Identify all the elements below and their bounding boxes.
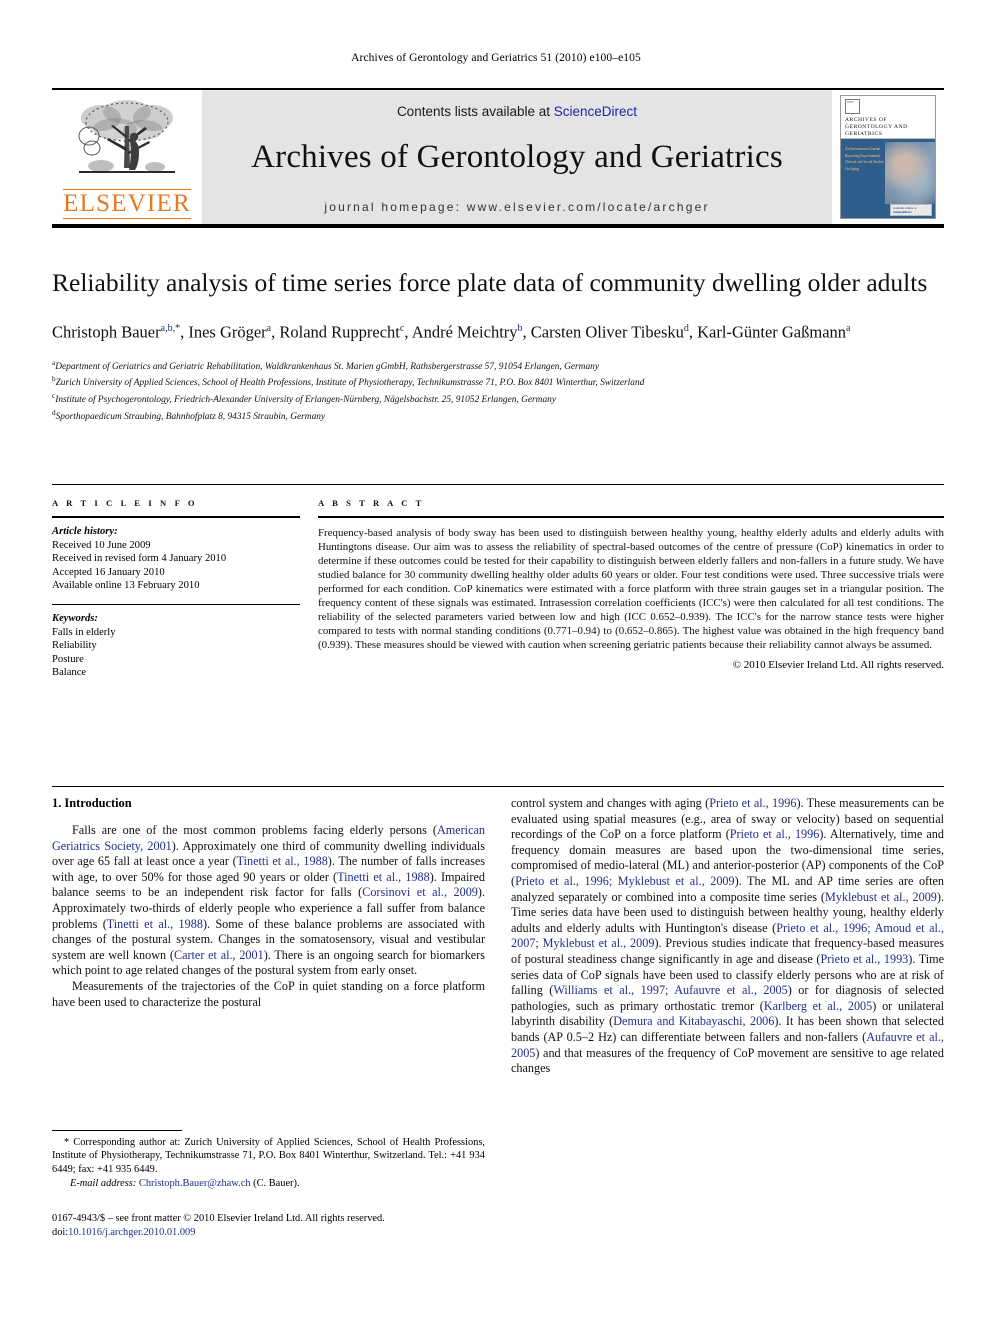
citation-link[interactable]: Karlberg et al., 2005 (764, 999, 872, 1013)
text-run: ) and that measures of the frequency of … (511, 1045, 944, 1076)
affiliation-text-b: Zurich University of Applied Sciences, S… (55, 378, 645, 389)
keyword-item: Balance (52, 667, 87, 679)
imprint-block: 0167-4943/$ – see front matter © 2010 El… (52, 1212, 485, 1239)
masthead-center: Contents lists available at ScienceDirec… (202, 90, 832, 224)
email-label: E-mail address: (70, 1178, 137, 1190)
keyword-item: Posture (52, 653, 84, 665)
corresponding-author-text: * Corresponding author at: Zurich Univer… (52, 1137, 485, 1175)
journal-title: Archives of Gerontology and Geriatrics (251, 139, 783, 175)
cover-badge-brand: ScienceDirect (893, 210, 912, 214)
citation-link[interactable]: Prieto et al., 1996 (730, 827, 820, 841)
citation-link[interactable]: Prieto et al., 1996; Myklebust et al., 2… (515, 874, 735, 888)
email-note: E-mail address: Christoph.Bauer@zhaw.ch … (52, 1177, 485, 1190)
imprint-line: 0167-4943/$ – see front matter © 2010 El… (52, 1213, 385, 1224)
history-accepted: Accepted 16 January 2010 (52, 566, 165, 578)
elsevier-logo: ELSEVIER (52, 90, 202, 224)
article-info-column: A R T I C L E I N F O Article history: R… (52, 498, 318, 680)
cover-sciencedirect-badge: available online at ScienceDirect (890, 204, 932, 216)
history-online: Available online 13 February 2010 (52, 580, 200, 592)
affiliation-a: aDepartment of Geriatrics and Geriatric … (52, 357, 944, 374)
doi-label: doi: (52, 1226, 69, 1238)
affiliation-text-c: Institute of Psychogerontology, Friedric… (55, 395, 556, 406)
citation-link[interactable]: Carter et al., 2001 (174, 948, 264, 962)
citation-link[interactable]: Prieto et al., 1993 (820, 952, 908, 966)
abstract-rule (318, 516, 944, 518)
citation-link[interactable]: Tinetti et al., 1988 (337, 870, 430, 884)
journal-homepage-link[interactable]: journal homepage: www.elsevier.com/locat… (324, 200, 709, 214)
cover-publisher-mark-icon: ISSN (845, 99, 860, 114)
affiliation-list: aDepartment of Geriatrics and Geriatric … (52, 357, 944, 425)
citation-link[interactable]: Williams et al., 1997; Aufauvre et al., … (553, 983, 787, 997)
citation-link[interactable]: Demura and Kitabayaschi, 2006 (613, 1014, 774, 1028)
article-history-label: Article history: (52, 526, 118, 537)
contents-available-line: Contents lists available at ScienceDirec… (397, 104, 637, 119)
citation-link[interactable]: Tinetti et al., 1988 (237, 854, 328, 868)
abstract-label: A B S T R A C T (318, 498, 425, 508)
doi-line: doi:10.1016/j.archger.2010.01.009 (52, 1226, 485, 1240)
keywords-group: Keywords: Falls in elderly Reliability P… (52, 612, 300, 680)
history-received: Received 10 June 2009 (52, 539, 151, 551)
text-run: control system and changes with aging ( (511, 796, 710, 810)
divider-below-abstract (52, 786, 944, 787)
affiliation-c: cInstitute of Psychogerontology, Friedri… (52, 390, 944, 407)
info-and-abstract: A R T I C L E I N F O Article history: R… (52, 498, 944, 680)
elsevier-wordmark: ELSEVIER (63, 189, 191, 219)
affiliation-b: bZurich University of Applied Sciences, … (52, 373, 944, 390)
citation-link[interactable]: Tinetti et al., 1988 (107, 917, 203, 931)
citation-link[interactable]: Myklebust et al., 2009 (825, 890, 937, 904)
cover-photo (885, 142, 935, 204)
journal-cover-cell: ISSN ARCHIVES OF GERONTOLOGY AND GERIATR… (832, 90, 944, 224)
article-info-separator (52, 603, 300, 605)
paper-page: Archives of Gerontology and Geriatrics 5… (0, 0, 992, 1323)
sciencedirect-link[interactable]: ScienceDirect (554, 104, 637, 119)
text-run: Falls are one of the most common problem… (72, 823, 437, 837)
affiliation-d: dSporthopaedicum Straubing, Bahnhofplatz… (52, 407, 944, 424)
footnote-rule (52, 1130, 182, 1131)
text-run: Measurements of the trajectories of the … (52, 978, 485, 1009)
author-list: Christoph Bauera,b,*, Ines Grögera, Rola… (52, 322, 851, 342)
keywords-label: Keywords: (52, 612, 98, 624)
right-column: control system and changes with aging (P… (511, 796, 944, 1216)
history-revised: Received in revised form 4 January 2010 (52, 553, 227, 565)
abstract-column: A B S T R A C T Frequency-based analysis… (318, 498, 944, 680)
cover-title: ARCHIVES OF GERONTOLOGY AND GERIATRICS (845, 117, 908, 137)
elsevier-tree-icon (78, 100, 175, 173)
page-title: Reliability analysis of time series forc… (52, 268, 928, 297)
abstract-text: Frequency-based analysis of body sway ha… (318, 527, 944, 651)
keyword-item: Reliability (52, 640, 97, 652)
email-link[interactable]: Christoph.Bauer@zhaw.ch (139, 1178, 251, 1189)
running-head: Archives of Gerontology and Geriatrics 5… (351, 52, 641, 64)
cover-side-text: An International Journal Reporting Exper… (845, 147, 884, 171)
abstract-copyright: © 2010 Elsevier Ireland Ltd. All rights … (732, 659, 944, 671)
affiliation-text-d: Sporthopaedicum Straubing, Bahnhofplatz … (55, 412, 326, 423)
article-info-rule (52, 516, 300, 518)
citation-link[interactable]: Prieto et al., 1996 (709, 796, 796, 810)
contents-prefix: Contents lists available at (396, 104, 554, 119)
corresponding-author-note: * Corresponding author at: Zurich Univer… (52, 1136, 485, 1176)
cover-top: ISSN ARCHIVES OF GERONTOLOGY AND GERIATR… (841, 96, 935, 139)
article-history-group: Article history: Received 10 June 2009 R… (52, 525, 300, 593)
email-suffix: (C. Bauer). (253, 1178, 300, 1190)
journal-masthead: ELSEVIER Contents lists available at Sci… (52, 88, 944, 228)
title-block: Reliability analysis of time series forc… (52, 266, 944, 424)
divider-above-abstract (52, 484, 944, 485)
journal-cover-image: ISSN ARCHIVES OF GERONTOLOGY AND GERIATR… (840, 95, 936, 219)
cover-body: An International Journal Reporting Exper… (841, 139, 935, 218)
keyword-item: Falls in elderly (52, 626, 116, 638)
paragraph: Falls are one of the most common problem… (52, 823, 485, 979)
affiliation-text-a: Department of Geriatrics and Geriatric R… (55, 361, 599, 372)
footnote-area: * Corresponding author at: Zurich Univer… (52, 1130, 485, 1191)
doi-link[interactable]: 10.1016/j.archger.2010.01.009 (68, 1227, 195, 1238)
section-heading-introduction: 1. Introduction (52, 796, 132, 810)
citation-link[interactable]: Corsinovi et al., 2009 (362, 885, 478, 899)
paragraph: Measurements of the trajectories of the … (52, 979, 485, 1010)
paragraph: control system and changes with aging (P… (511, 796, 944, 1077)
article-info-label: A R T I C L E I N F O (52, 498, 198, 508)
